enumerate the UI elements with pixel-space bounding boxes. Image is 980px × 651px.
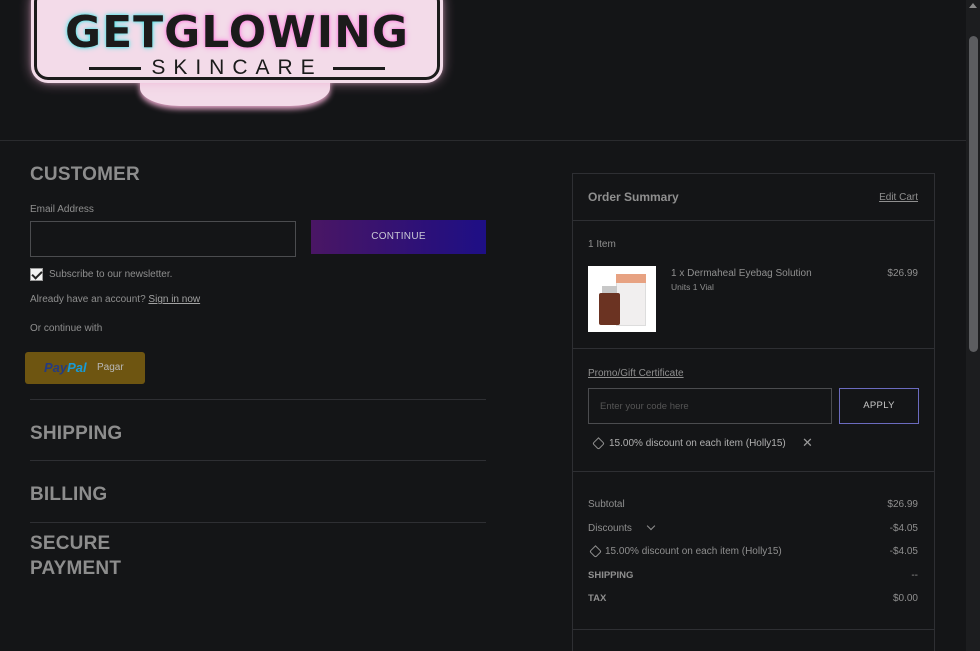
discounts-value: -$4.05 [889, 523, 918, 534]
section-divider [30, 460, 486, 461]
logo-title: GETGLOWING [64, 7, 410, 58]
payment-section-title-line1: SECURE [30, 533, 111, 554]
tax-value: $0.00 [892, 593, 918, 604]
site-header: GETGLOWING SKINCARE [0, 0, 966, 141]
product-image [588, 266, 656, 332]
product-bottle [599, 293, 620, 325]
apply-button[interactable]: APPLY [839, 388, 919, 424]
product-price: $26.99 [887, 268, 918, 279]
account-prompt-text: Already have an account? [30, 294, 146, 305]
or-continue-label: Or continue with [30, 323, 103, 334]
product-name: 1 x Dermaheal Eyebag Solution [671, 268, 812, 279]
account-prompt: Already have an account? Sign in now [30, 294, 200, 305]
continue-button[interactable]: CONTINUE [311, 220, 486, 254]
edit-cart-link[interactable]: Edit Cart [879, 192, 918, 203]
applied-coupon: 15.00% discount on each item (Holly15) [609, 438, 786, 449]
order-summary-title: Order Summary [588, 190, 679, 204]
paypal-logo: PayPal [44, 360, 87, 375]
scroll-thumb[interactable] [969, 36, 978, 352]
chevron-down-icon[interactable] [646, 521, 656, 531]
newsletter-label: Subscribe to our newsletter. [49, 269, 173, 280]
coupon-line-value: -$4.05 [889, 546, 918, 557]
shipping-value: -- [911, 570, 918, 581]
section-divider [30, 522, 486, 523]
subtotal-label: Subtotal [588, 499, 625, 510]
order-summary: Order Summary Edit Cart 1 Item 1 x Derma… [572, 173, 935, 651]
email-label: Email Address [30, 204, 94, 215]
shipping-section-title: SHIPPING [30, 423, 123, 444]
tag-icon [592, 437, 605, 450]
summary-divider [573, 629, 934, 630]
summary-divider [573, 348, 934, 349]
email-input[interactable] [30, 221, 296, 257]
product-variant: Units 1 Vial [671, 282, 714, 292]
discounts-label[interactable]: Discounts [588, 523, 632, 534]
shipping-label: SHIPPING [588, 570, 634, 581]
payment-section-title-line2: PAYMENT [30, 558, 122, 579]
sign-in-link[interactable]: Sign in now [148, 294, 200, 305]
section-divider [30, 399, 486, 400]
item-count: 1 Item [588, 239, 616, 250]
paypal-pagar-label: Pagar [97, 362, 124, 373]
summary-divider [573, 471, 934, 472]
summary-divider [573, 220, 934, 221]
scroll-up-arrow-icon[interactable] [969, 3, 977, 8]
promo-placeholder: Enter your code here [600, 401, 689, 412]
tax-label: TAX [588, 593, 607, 604]
store-logo[interactable]: GETGLOWING SKINCARE [31, 0, 443, 83]
promo-toggle-link[interactable]: Promo/Gift Certificate [588, 368, 684, 379]
tag-icon [589, 545, 602, 558]
promo-code-input[interactable]: Enter your code here [588, 388, 832, 424]
subtotal-value: $26.99 [887, 499, 918, 510]
newsletter-checkbox[interactable] [30, 268, 43, 281]
coupon-line-label: 15.00% discount on each item (Holly15) [605, 546, 782, 557]
customer-section-title: CUSTOMER [30, 164, 140, 185]
remove-coupon-close-icon[interactable]: ✕ [802, 435, 813, 451]
logo-subtitle: SKINCARE [37, 56, 437, 80]
billing-section-title: BILLING [30, 484, 108, 505]
paypal-button[interactable]: PayPal Pagar [25, 352, 145, 384]
page-scrollbar[interactable] [966, 0, 980, 651]
product-box-stripe [616, 274, 646, 283]
